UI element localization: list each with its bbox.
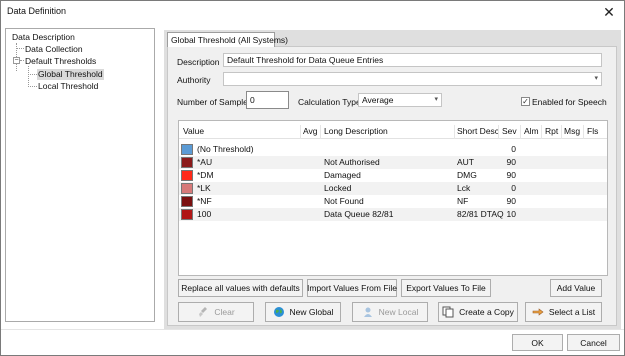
add-value-button[interactable]: Add Value <box>550 279 602 297</box>
create-copy-button[interactable]: Create a Copy <box>438 302 518 322</box>
sev-cell: 90 <box>506 157 516 167</box>
short-desc-cell: 82/81 DTAQ <box>457 209 504 219</box>
sev-cell: 90 <box>506 196 516 206</box>
samples-input[interactable]: 0 <box>246 91 289 109</box>
close-icon[interactable]: ✕ <box>598 2 620 22</box>
authority-label: Authority <box>177 75 211 85</box>
short-desc-cell: Lck <box>457 183 471 193</box>
clear-label: Clear <box>214 307 235 317</box>
description-field[interactable]: Default Threshold for Data Queue Entries <box>223 53 602 67</box>
samples-value: 0 <box>250 95 255 105</box>
tab-global-threshold[interactable]: Global Threshold (All Systems) <box>167 32 288 47</box>
footer-divider <box>1 329 624 330</box>
value-cell: (No Threshold) <box>197 144 254 154</box>
window-title: Data Definition <box>7 6 67 16</box>
sev-cell: 0 <box>511 144 516 154</box>
column-header-alm[interactable]: Alm <box>524 126 539 136</box>
value-cell: 100 <box>197 209 212 219</box>
collapse-icon[interactable]: − <box>13 57 20 64</box>
speech-checkbox[interactable]: ✓ <box>521 97 530 106</box>
color-swatch[interactable] <box>181 144 193 155</box>
calc-type-label: Calculation Type <box>298 97 361 107</box>
tree-item-data-description[interactable]: Data Description <box>12 32 75 43</box>
table-row[interactable]: *NF Not Found NF 90 <box>179 195 607 208</box>
long-description-cell: Locked <box>324 183 352 193</box>
clear-button[interactable]: Clear <box>178 302 254 322</box>
threshold-grid[interactable]: Value Avg Long Description Short Desc Se… <box>178 120 608 276</box>
data-definition-window: Data Definition ✕ − Data Description Dat… <box>0 0 625 356</box>
color-swatch[interactable] <box>181 196 193 207</box>
column-header-long-description[interactable]: Long Description <box>324 126 388 136</box>
short-desc-cell: DMG <box>457 170 477 180</box>
color-swatch[interactable] <box>181 209 193 220</box>
column-header-short-desc[interactable]: Short Desc <box>457 126 499 136</box>
replace-defaults-button[interactable]: Replace all values with defaults <box>178 279 303 297</box>
ok-button[interactable]: OK <box>512 334 563 351</box>
long-description-cell: Not Found <box>324 196 364 206</box>
select-list-button[interactable]: Select a List <box>525 302 602 322</box>
export-values-button[interactable]: Export Values To File <box>401 279 491 297</box>
column-header-value[interactable]: Value <box>183 126 204 136</box>
chevron-down-icon: ▾ <box>434 96 438 103</box>
create-copy-label: Create a Copy <box>459 307 514 317</box>
broom-icon <box>197 306 209 318</box>
table-row[interactable]: *AU Not Authorised AUT 90 <box>179 156 607 169</box>
authority-dropdown[interactable]: ▾ <box>223 72 602 86</box>
sev-cell: 0 <box>511 183 516 193</box>
table-row[interactable]: 100 Data Queue 82/81 82/81 DTAQ 10 <box>179 208 607 221</box>
new-local-button[interactable]: New Local <box>352 302 428 322</box>
sev-cell: 10 <box>506 209 516 219</box>
import-values-button[interactable]: Import Values From File <box>307 279 397 297</box>
tree-item-data-collection[interactable]: Data Collection <box>25 44 83 55</box>
value-cell: *NF <box>197 196 212 206</box>
title-bar: Data Definition ✕ <box>1 1 624 23</box>
speech-label: Enabled for Speech <box>532 97 607 107</box>
table-row[interactable]: *LK Locked Lck 0 <box>179 182 607 195</box>
cancel-button[interactable]: Cancel <box>567 334 620 351</box>
sev-cell: 90 <box>506 170 516 180</box>
color-swatch[interactable] <box>181 170 193 181</box>
pointing-hand-icon <box>532 306 544 318</box>
short-desc-cell: AUT <box>457 157 474 167</box>
value-cell: *AU <box>197 157 213 167</box>
person-icon <box>362 306 374 318</box>
new-global-label: New Global <box>289 307 334 317</box>
globe-icon <box>273 306 285 318</box>
chevron-down-icon: ▾ <box>594 75 598 82</box>
column-header-avg[interactable]: Avg <box>303 126 318 136</box>
navigation-tree: − Data Description Data Collection Defau… <box>5 28 155 322</box>
column-header-fls[interactable]: Fls <box>587 126 598 136</box>
tree-item-default-thresholds[interactable]: Default Thresholds <box>25 56 96 67</box>
column-header-msg[interactable]: Msg <box>564 126 580 136</box>
calc-type-value: Average <box>362 95 394 105</box>
calc-type-dropdown[interactable]: Average ▾ <box>358 93 442 107</box>
value-cell: *LK <box>197 183 211 193</box>
table-row[interactable]: (No Threshold) 0 <box>179 143 607 156</box>
select-list-label: Select a List <box>548 307 596 317</box>
long-description-cell: Not Authorised <box>324 157 380 167</box>
column-header-sev[interactable]: Sev <box>502 126 517 136</box>
samples-label: Number of Samples <box>177 97 253 107</box>
table-row[interactable]: *DM Damaged DMG 90 <box>179 169 607 182</box>
description-label: Description <box>177 57 220 67</box>
new-global-button[interactable]: New Global <box>265 302 341 322</box>
tree-item-local-threshold[interactable]: Local Threshold <box>38 81 98 92</box>
long-description-cell: Damaged <box>324 170 361 180</box>
column-header-rpt[interactable]: Rpt <box>545 126 558 136</box>
grid-header: Value Avg Long Description Short Desc Se… <box>179 125 607 139</box>
color-swatch[interactable] <box>181 157 193 168</box>
value-cell: *DM <box>197 170 214 180</box>
description-value: Default Threshold for Data Queue Entries <box>227 55 384 65</box>
copy-icon <box>442 306 454 318</box>
tree-item-global-threshold[interactable]: Global Threshold <box>37 69 104 80</box>
long-description-cell: Data Queue 82/81 <box>324 209 394 219</box>
color-swatch[interactable] <box>181 183 193 194</box>
new-local-label: New Local <box>378 307 419 317</box>
short-desc-cell: NF <box>457 196 469 206</box>
